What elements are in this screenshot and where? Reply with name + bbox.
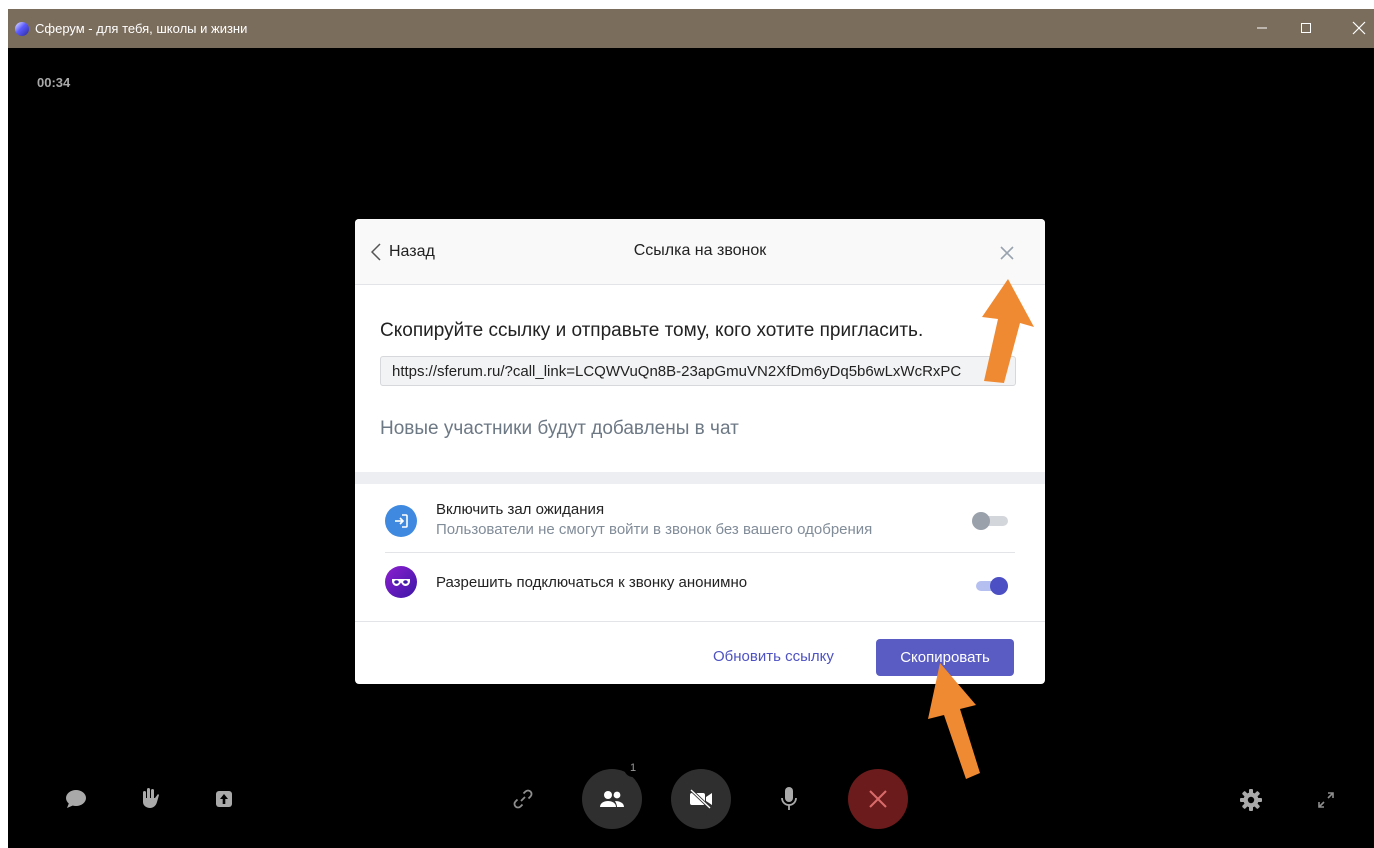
share-screen-icon [216,791,232,807]
close-icon [1000,246,1014,260]
call-link-button[interactable] [508,784,538,814]
participants-count-badge: 1 [624,759,642,777]
refresh-link-button[interactable]: Обновить ссылку [713,648,834,665]
call-timer: 00:34 [37,75,71,90]
section-separator [355,472,1045,484]
raise-hand-button[interactable] [136,783,164,813]
invite-instruction: Скопируйте ссылку и отправьте тому, кого… [380,320,924,341]
raise-hand-icon [143,788,159,808]
dialog-title: Ссылка на звонок [633,242,767,259]
waiting-room-option[interactable]: Включить зал ожидания Пользователи не см… [385,491,1015,551]
app-window: Сферум - для тебя, школы и жизни 00:34 Н… [8,9,1374,848]
chat-icon [66,790,86,808]
close-icon [1352,21,1366,35]
chat-button[interactable] [62,785,90,813]
waiting-room-subtitle: Пользователи не смогут войти в звонок бе… [436,521,873,538]
copy-button[interactable]: Скопировать [876,639,1014,676]
anonymous-join-option[interactable]: Разрешить подключаться к звонку анонимно [385,554,1015,609]
maximize-button[interactable] [1292,15,1320,41]
anonymous-mask-icon [385,566,417,598]
minimize-button[interactable] [1248,15,1276,41]
fullscreen-icon [1318,792,1334,808]
camera-off-icon [689,788,712,810]
anonymous-join-toggle[interactable] [972,576,1008,596]
dialog-close-button[interactable] [995,241,1019,265]
microphone-icon [781,787,797,810]
option-divider [385,552,1015,553]
call-link-field[interactable] [380,356,1016,386]
window-close-button[interactable] [1345,15,1373,41]
end-call-icon [869,790,887,808]
app-logo-icon [15,22,29,36]
gear-icon [1240,789,1262,811]
fullscreen-button[interactable] [1312,786,1340,814]
camera-button[interactable] [671,769,731,829]
dialog-header: Назад Ссылка на звонок [355,219,1045,285]
enter-icon [385,505,417,537]
maximize-icon [1301,23,1311,33]
footer-divider [355,621,1045,622]
microphone-button[interactable] [774,783,804,815]
participants-button[interactable]: 1 [582,759,642,829]
new-members-info: Новые участники будут добавлены в чат [380,418,739,439]
title-bar: Сферум - для тебя, школы и жизни [8,9,1374,48]
link-icon [513,789,533,809]
waiting-room-title: Включить зал ожидания [436,501,605,518]
toggle-knob [990,577,1008,595]
minimize-icon [1257,27,1267,29]
settings-button[interactable] [1237,786,1265,814]
toggle-knob [972,512,990,530]
end-call-button[interactable] [848,769,908,829]
call-link-dialog: Назад Ссылка на звонок Скопируйте ссылку… [355,219,1045,684]
participants-icon [600,791,624,807]
anonymous-join-title: Разрешить подключаться к звонку анонимно [436,574,748,591]
share-screen-button[interactable] [210,785,238,813]
waiting-room-toggle[interactable] [972,511,1008,531]
window-title: Сферум - для тебя, школы и жизни [35,21,248,36]
